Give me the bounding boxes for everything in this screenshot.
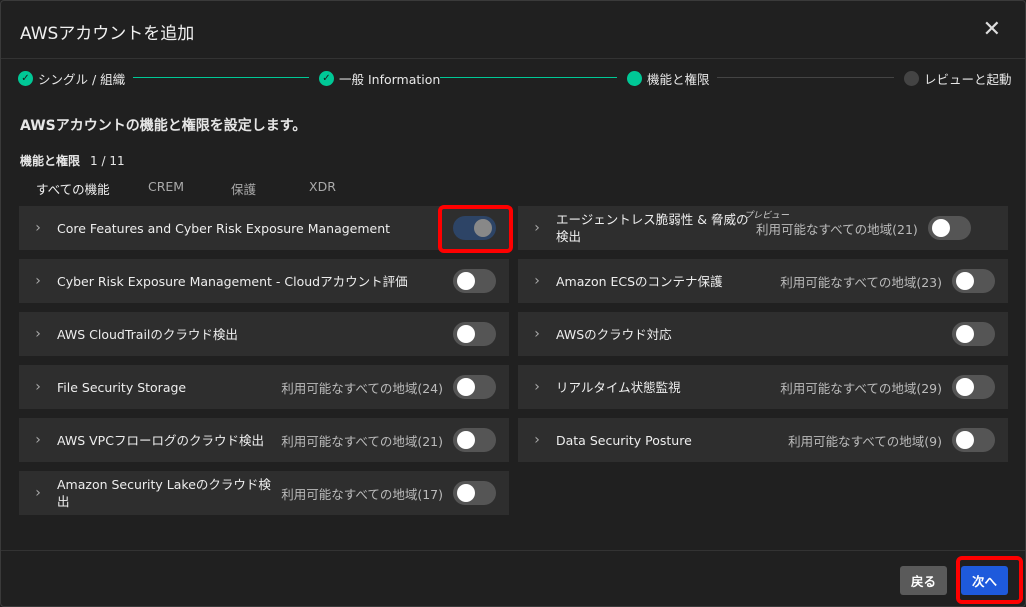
step-label: 一般 Information xyxy=(339,72,441,87)
dialog-footer xyxy=(1,550,1025,551)
feature-toggle[interactable] xyxy=(927,216,971,240)
feature-row[interactable]: › AWSのクラウド対応 xyxy=(518,312,1008,356)
step-single-org: ✓ シングル / 組織 xyxy=(18,69,125,88)
chevron-right-icon[interactable]: › xyxy=(19,432,57,448)
section-title: 機能と権限 1 / 11 xyxy=(20,152,125,169)
dialog-title: AWSアカウントを追加 xyxy=(20,24,195,44)
chevron-right-icon[interactable]: › xyxy=(518,379,556,395)
feature-label: File Security Storage xyxy=(57,379,187,395)
preview-badge: プレビュー xyxy=(744,211,790,221)
feature-toggle[interactable] xyxy=(453,481,496,505)
highlight-box xyxy=(956,556,1023,604)
region-text: 利用可能なすべての地域(24) xyxy=(281,380,443,396)
section-label: 機能と権限 xyxy=(20,154,81,168)
chevron-right-icon[interactable]: › xyxy=(19,485,57,501)
feature-row[interactable]: › エージェントレス脆弱性 & 脅威の検出 プレビュー 利用可能なすべての地域(… xyxy=(518,206,1008,250)
region-text: 利用可能なすべての地域(21) xyxy=(281,433,443,449)
tab-crem[interactable]: CREM xyxy=(132,179,215,201)
feature-toggle[interactable] xyxy=(453,428,496,452)
feature-toggle[interactable] xyxy=(952,428,995,452)
chevron-right-icon[interactable]: › xyxy=(19,326,57,342)
chevron-right-icon[interactable]: › xyxy=(19,273,57,289)
feature-label: Core Features and Cyber Risk Exposure Ma… xyxy=(57,220,391,236)
tab-all[interactable]: すべての機能 xyxy=(20,179,132,201)
feature-toggle[interactable] xyxy=(952,375,995,399)
feature-row[interactable]: › Amazon Security Lakeのクラウド検出 利用可能なすべての地… xyxy=(19,471,509,515)
feature-label: AWS CloudTrailのクラウド検出 xyxy=(57,326,238,342)
current-step-icon xyxy=(627,71,642,86)
step-review: レビューと起動 xyxy=(904,69,1012,88)
feature-label: エージェントレス脆弱性 & 脅威の検出 xyxy=(556,212,749,244)
chevron-right-icon[interactable]: › xyxy=(518,220,556,236)
feature-label: Amazon Security Lakeのクラウド検出 xyxy=(57,477,271,509)
dialog-header: AWSアカウントを追加 ✕ xyxy=(1,1,1025,59)
feature-tabs: すべての機能 CREM 保護 XDR xyxy=(20,179,352,201)
feature-toggle[interactable] xyxy=(952,322,995,346)
feature-row[interactable]: › AWS VPCフローログのクラウド検出 利用可能なすべての地域(21) xyxy=(19,418,509,462)
feature-row[interactable]: › Amazon ECSのコンテナ保護 利用可能なすべての地域(23) xyxy=(518,259,1008,303)
step-connector xyxy=(133,77,309,78)
chevron-right-icon[interactable]: › xyxy=(518,326,556,342)
page-heading: AWSアカウントの機能と権限を設定します。 xyxy=(20,118,307,134)
chevron-right-icon[interactable]: › xyxy=(518,432,556,448)
highlight-box xyxy=(438,205,513,253)
chevron-right-icon[interactable]: › xyxy=(19,220,57,236)
step-connector xyxy=(717,77,894,78)
region-text: 利用可能なすべての地域(9) xyxy=(788,433,942,449)
close-icon[interactable]: ✕ xyxy=(983,17,1001,42)
feature-row[interactable]: › AWS CloudTrailのクラウド検出 xyxy=(19,312,509,356)
feature-row[interactable]: › Data Security Posture 利用可能なすべての地域(9) xyxy=(518,418,1008,462)
check-icon: ✓ xyxy=(18,71,33,86)
region-text: 利用可能なすべての地域(29) xyxy=(780,380,942,396)
feature-toggle[interactable] xyxy=(453,269,496,293)
region-text: 利用可能なすべての地域(17) xyxy=(281,486,443,502)
chevron-right-icon[interactable]: › xyxy=(19,379,57,395)
feature-row[interactable]: › Cyber Risk Exposure Management - Cloud… xyxy=(19,259,509,303)
step-label: 機能と権限 xyxy=(647,72,710,87)
feature-row[interactable]: › リアルタイム状態監視 利用可能なすべての地域(29) xyxy=(518,365,1008,409)
feature-label: Data Security Posture xyxy=(556,432,692,448)
region-text: 利用可能なすべての地域(23) xyxy=(780,274,942,290)
feature-row[interactable]: › Core Features and Cyber Risk Exposure … xyxy=(19,206,509,250)
step-label: シングル / 組織 xyxy=(38,72,126,87)
check-icon: ✓ xyxy=(319,71,334,86)
back-button[interactable]: 戻る xyxy=(900,566,947,595)
feature-row[interactable]: › File Security Storage 利用可能なすべての地域(24) xyxy=(19,365,509,409)
step-features: 機能と権限 xyxy=(627,69,710,88)
section-count: 1 / 11 xyxy=(90,154,125,168)
add-aws-account-dialog: AWSアカウントを追加 ✕ ✓ シングル / 組織 ✓ 一般 Information… xyxy=(0,0,1026,607)
feature-label: Amazon ECSのコンテナ保護 xyxy=(556,273,723,289)
step-general-info: ✓ 一般 Information xyxy=(319,69,440,88)
pending-step-icon xyxy=(904,71,919,86)
feature-label: AWS VPCフローログのクラウド検出 xyxy=(57,432,264,448)
feature-toggle[interactable] xyxy=(453,375,496,399)
step-connector xyxy=(440,77,617,78)
tab-xdr[interactable]: XDR xyxy=(293,179,352,201)
tab-protection[interactable]: 保護 xyxy=(215,179,293,201)
feature-label: AWSのクラウド対応 xyxy=(556,326,672,342)
feature-toggle[interactable] xyxy=(453,322,496,346)
feature-label: リアルタイム状態監視 xyxy=(556,379,681,395)
step-label: レビューと起動 xyxy=(924,72,1012,87)
feature-toggle[interactable] xyxy=(952,269,995,293)
chevron-right-icon[interactable]: › xyxy=(518,273,556,289)
feature-label: Cyber Risk Exposure Management - Cloudアカ… xyxy=(57,273,408,289)
region-text: 利用可能なすべての地域(21) xyxy=(756,221,918,237)
